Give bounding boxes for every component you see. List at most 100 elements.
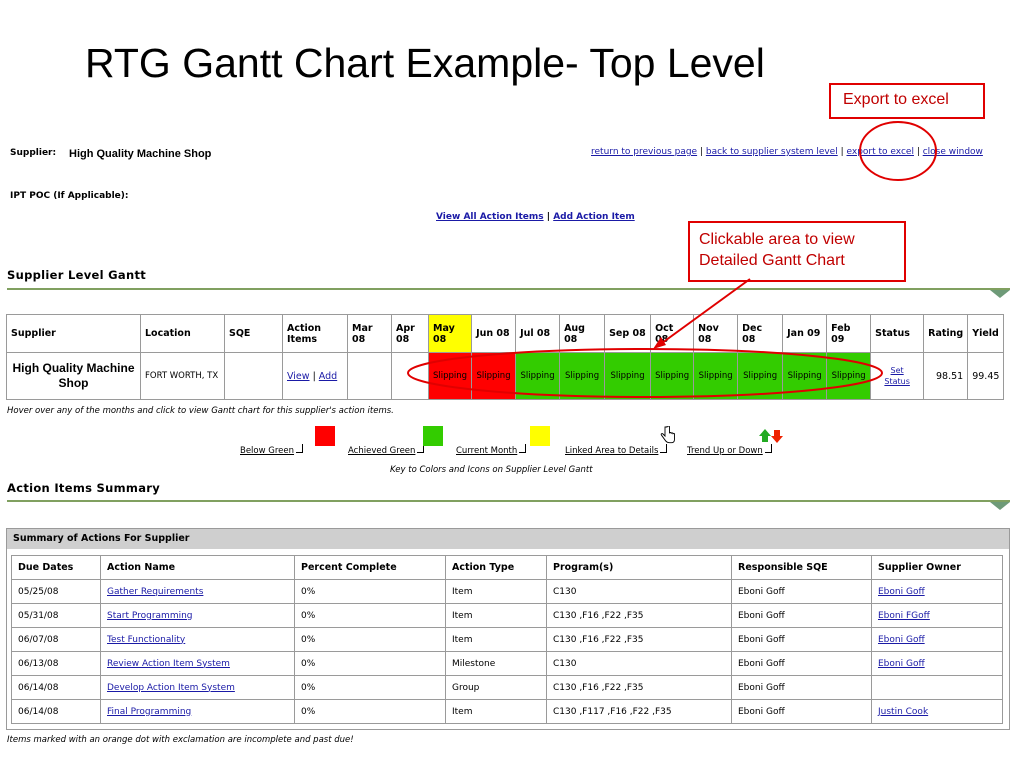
summary-header-row: Due Dates Action Name Percent Complete A…	[11, 555, 1003, 580]
action-name-link[interactable]: Final Programming	[107, 707, 191, 717]
col-supplier-owner: Supplier Owner	[871, 555, 1003, 580]
programs-cell: C130	[546, 651, 732, 676]
month-cell-slipping[interactable]: Slipping	[559, 352, 606, 400]
month-cell-slipping[interactable]: Slipping	[515, 352, 561, 400]
percent-complete-cell: 0%	[294, 603, 446, 628]
legend-current-month-label: Current Month	[456, 446, 518, 456]
month-cell-slipping[interactable]: Slipping	[650, 352, 695, 400]
action-name-link[interactable]: Test Functionality	[107, 635, 185, 645]
col-rating: Rating	[923, 314, 969, 353]
supplier-owner-cell	[871, 675, 1003, 700]
action-type-cell: Group	[445, 675, 547, 700]
top-links: return to previous page | back to suppli…	[591, 147, 983, 157]
col-month: Mar 08	[347, 314, 392, 353]
month-cell-slipping[interactable]: Slipping	[693, 352, 739, 400]
supplier-cell: High Quality Machine Shop	[6, 352, 141, 400]
due-date-cell: 06/14/08	[11, 699, 101, 724]
supplier-owner-link[interactable]: Justin Cook	[878, 707, 928, 717]
supplier-gantt-table: Supplier Location SQE Action Items Mar 0…	[6, 314, 1005, 400]
action-name-link[interactable]: Gather Requirements	[107, 587, 203, 597]
legend-red-swatch	[315, 426, 335, 446]
view-all-action-items-link[interactable]: View All Action Items	[436, 212, 544, 222]
hover-note: Hover over any of the months and click t…	[7, 406, 394, 416]
month-cell-slipping[interactable]: Slipping	[427, 352, 473, 400]
programs-cell: C130 ,F117 ,F16 ,F22 ,F35	[546, 699, 732, 724]
due-date-cell: 06/14/08	[11, 675, 101, 700]
col-action-items: Action Items	[282, 314, 348, 353]
col-month: Dec 08	[737, 314, 784, 353]
action-name-link[interactable]: Review Action Item System	[107, 659, 230, 669]
action-name-link[interactable]: Develop Action Item System	[107, 683, 235, 693]
table-row: 06/14/08 Final Programming 0% Item C130 ,F11…	[11, 699, 1003, 724]
legend-below-green-label: Below Green	[240, 446, 295, 456]
add-link[interactable]: Add	[319, 371, 337, 382]
responsible-sqe-cell: Eboni Goff	[731, 699, 872, 724]
set-status-line1: Set	[890, 366, 904, 375]
responsible-sqe-cell: Eboni Goff	[731, 651, 872, 676]
action-links: View All Action Items | Add Action Item	[436, 212, 635, 222]
col-month: Jul 08	[515, 314, 561, 353]
col-month: Oct 08	[650, 314, 695, 353]
add-action-item-link[interactable]: Add Action Item	[553, 212, 635, 222]
supplier-label: Supplier:	[10, 148, 57, 158]
responsible-sqe-cell: Eboni Goff	[731, 579, 872, 604]
return-previous-link[interactable]: return to previous page	[591, 147, 697, 157]
export-excel-link[interactable]: export to excel	[847, 147, 914, 157]
trend-arrows-icon	[759, 429, 783, 443]
col-month-current: May 08	[427, 314, 473, 353]
collapse-triangle-icon[interactable]	[990, 290, 1010, 298]
col-status: Status	[870, 314, 925, 353]
legend-linked-area-label: Linked Area to Details	[565, 446, 659, 456]
col-due-dates: Due Dates	[11, 555, 101, 580]
col-yield: Yield	[967, 314, 1005, 353]
month-cell-slipping[interactable]: Slipping	[471, 352, 517, 400]
action-name-link[interactable]: Start Programming	[107, 611, 193, 621]
month-cell-slipping[interactable]: Slipping	[604, 352, 652, 400]
legend-achieved-green: Achieved Green	[348, 444, 425, 456]
supplier-owner-link[interactable]: Eboni FGoff	[878, 611, 930, 621]
hand-pointer-icon	[660, 426, 675, 444]
col-action-type: Action Type	[445, 555, 547, 580]
month-cell-slipping[interactable]: Slipping	[737, 352, 784, 400]
summary-section-rule	[7, 500, 1010, 502]
close-window-link[interactable]: close window	[923, 147, 983, 157]
rating-cell: 98.51	[923, 352, 969, 400]
set-status-link[interactable]: Set Status	[884, 366, 910, 386]
table-row: 05/31/08 Start Programming 0% Item C130 ,F16…	[11, 603, 1003, 628]
supplier-owner-cell: Eboni Goff	[871, 627, 1003, 652]
legend-achieved-green-label: Achieved Green	[348, 446, 416, 456]
legend-current-month: Current Month	[456, 444, 527, 456]
action-type-cell: Item	[445, 699, 547, 724]
supplier-owner-link[interactable]: Eboni Goff	[878, 635, 925, 645]
action-type-cell: Item	[445, 603, 547, 628]
supplier-owner-link[interactable]: Eboni Goff	[878, 587, 925, 597]
legend-green-swatch	[423, 426, 443, 446]
supplier-owner-cell: Eboni FGoff	[871, 603, 1003, 628]
col-month: Jun 08	[471, 314, 517, 353]
legend-key-caption: Key to Colors and Icons on Supplier Leve…	[390, 465, 593, 475]
gantt-callout: Clickable area to view Detailed Gantt Ch…	[688, 221, 906, 282]
action-name-cell: Gather Requirements	[100, 579, 295, 604]
action-type-cell: Milestone	[445, 651, 547, 676]
month-cell-slipping[interactable]: Slipping	[826, 352, 872, 400]
programs-cell: C130	[546, 579, 732, 604]
col-responsible-sqe: Responsible SQE	[731, 555, 872, 580]
month-cell-slipping[interactable]: Slipping	[782, 352, 828, 400]
responsible-sqe-cell: Eboni Goff	[731, 603, 872, 628]
gantt-callout-line2: Detailed Gantt Chart	[699, 252, 845, 269]
slide-title: RTG Gantt Chart Example- Top Level	[85, 40, 765, 86]
action-items-table: Due Dates Action Name Percent Complete A…	[11, 555, 1003, 724]
month-cell[interactable]	[347, 352, 392, 400]
view-link[interactable]: View	[287, 371, 310, 382]
back-supplier-level-link[interactable]: back to supplier system level	[706, 147, 838, 157]
gantt-supplier-row: High Quality Machine Shop FORT WORTH, TX…	[6, 352, 1005, 400]
table-row: 06/13/08 Review Action Item System 0% Miles…	[11, 651, 1003, 676]
legend-trend-label: Trend Up or Down	[687, 446, 763, 456]
export-callout: Export to excel	[829, 83, 985, 119]
col-month: Aug 08	[559, 314, 606, 353]
month-cell[interactable]	[391, 352, 429, 400]
supplier-owner-link[interactable]: Eboni Goff	[878, 659, 925, 669]
table-row: 06/07/08 Test Functionality 0% Item C130 ,F1…	[11, 627, 1003, 652]
col-month: Feb 09	[826, 314, 872, 353]
collapse-triangle-icon[interactable]	[990, 502, 1010, 510]
